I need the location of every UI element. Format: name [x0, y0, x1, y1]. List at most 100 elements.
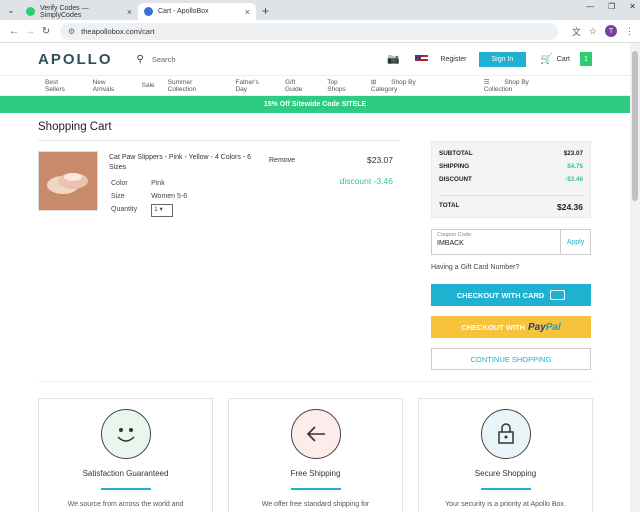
subtotal-value: $23.07	[563, 150, 583, 157]
discount-value: -$3.46	[565, 176, 583, 183]
nav-fathers-day[interactable]: Father's Day	[235, 79, 272, 93]
translate-icon[interactable]: 文	[572, 25, 581, 38]
product-attributes: Color Pink Size Women 5-6 Quantity 1 ▾	[109, 177, 201, 219]
cart-link[interactable]: Cart	[557, 56, 570, 63]
nav-new-arrivals[interactable]: New Arrivals	[93, 79, 129, 93]
divider	[38, 381, 593, 382]
quantity-value: 1	[154, 206, 158, 213]
total-value: $24.36	[557, 202, 583, 212]
close-tab-icon[interactable]: ×	[127, 7, 132, 17]
gift-card-link[interactable]: Having a Gift Card Number?	[431, 264, 519, 271]
lock-icon	[480, 409, 531, 459]
credit-card-icon	[550, 290, 566, 300]
grid-icon: ⊞	[370, 79, 379, 86]
feature-card-satisfaction: Satisfaction Guaranteed We source from a…	[38, 398, 213, 512]
nav-summer-collection[interactable]: Summer Collection	[168, 79, 223, 93]
color-value: Pink	[151, 180, 165, 187]
register-link[interactable]: Register	[440, 56, 466, 63]
slipper-image	[47, 173, 88, 194]
site-header: APOLLO ⚲ Search 📷 Register Sign In 🛒 Car…	[0, 43, 630, 76]
camera-icon[interactable]: 📷	[387, 54, 399, 65]
search-box[interactable]: ⚲ Search	[137, 54, 176, 65]
url-field[interactable]: ⚙ theapollobox.com/cart	[60, 22, 558, 40]
nav-sale[interactable]: Sale	[142, 82, 155, 89]
checkout-card-button[interactable]: CHECKOUT WITH CARD	[431, 284, 591, 306]
category-nav: Best Sellers New Arrivals Sale Summer Co…	[0, 76, 630, 96]
subtotal-label: SUBTOTAL	[439, 150, 473, 157]
minimize-icon[interactable]: —	[586, 2, 594, 11]
browser-tab-bar: ⌄ Verify Codes — SimplyCodes × Cart - Ap…	[0, 0, 640, 20]
close-tab-icon[interactable]: ×	[245, 7, 250, 17]
window-controls: — ❐ ✕	[586, 2, 636, 11]
close-window-icon[interactable]: ✕	[629, 2, 636, 11]
page-scrollbar[interactable]	[630, 43, 640, 512]
smiley-icon	[100, 409, 151, 459]
search-placeholder: Search	[151, 54, 176, 64]
paypal-logo-pay: Pay	[527, 321, 546, 333]
reload-icon[interactable]: ↻	[38, 26, 54, 37]
nav-top-shops[interactable]: Top Shops	[327, 79, 358, 93]
bookmark-star-icon[interactable]: ☆	[589, 26, 597, 37]
site-info-icon[interactable]: ⚙	[68, 27, 75, 36]
feature-underline	[100, 488, 151, 490]
feature-underline	[290, 488, 341, 490]
feature-title: Free Shipping	[290, 469, 341, 478]
item-price: $23.07	[367, 155, 393, 165]
address-bar: ← → ↻ ⚙ theapollobox.com/cart 文 ☆ T ⋮	[0, 20, 640, 43]
shop-by-category[interactable]: ⊞ Shop By Category	[371, 78, 457, 93]
coupon-label: Coupon Code:	[437, 232, 473, 238]
page-title: Shopping Cart	[38, 121, 112, 133]
quantity-select[interactable]: 1 ▾	[151, 204, 174, 217]
promo-banner[interactable]: 15% Off Sitewide Code SITELE	[0, 96, 630, 113]
product-image[interactable]	[38, 151, 98, 211]
coupon-input[interactable]: IMBACK	[437, 240, 555, 247]
shop-by-collection[interactable]: ☰ Shop By Collection	[484, 78, 572, 93]
feature-title: Secure Shopping	[474, 469, 537, 478]
product-name[interactable]: Cat Paw Slippers - Pink - Yellow - 4 Col…	[109, 153, 259, 172]
continue-shopping-button[interactable]: CONTINUE SHOPPING	[431, 348, 591, 370]
checkout-with-label: CHECKOUT WITH	[461, 322, 525, 332]
search-icon[interactable]: ⚲	[137, 54, 144, 65]
cart-icon[interactable]: 🛒	[540, 54, 552, 65]
remove-button[interactable]: Remove	[269, 157, 295, 164]
feature-underline	[480, 488, 531, 490]
apply-coupon-button[interactable]: Apply	[560, 230, 590, 254]
tab-apollobox[interactable]: Cart - ApolloBox ×	[138, 3, 256, 20]
feature-card-secure: Secure Shopping Your security is a prior…	[418, 398, 593, 512]
tab-simplycodes[interactable]: Verify Codes — SimplyCodes ×	[20, 3, 138, 20]
size-label: Size	[111, 192, 125, 200]
quantity-label: Quantity	[111, 206, 138, 213]
feature-desc: We offer free standard shipping for	[261, 501, 370, 508]
profile-avatar[interactable]: T	[605, 25, 617, 37]
restore-icon[interactable]: ❐	[608, 2, 615, 11]
new-tab-icon[interactable]: +	[262, 4, 269, 18]
coupon-field[interactable]: Coupon Code: IMBACK Apply	[431, 229, 591, 255]
total-label: TOTAL	[439, 202, 460, 209]
arrow-left-icon	[290, 409, 341, 459]
size-value: Women 5-6	[151, 192, 188, 200]
url-text: theapollobox.com/cart	[81, 26, 155, 36]
feature-desc: We source from across the world and	[67, 501, 184, 508]
nav-gift-guide[interactable]: Gift Guide	[285, 79, 314, 93]
shipping-value: $4.75	[567, 163, 583, 170]
feature-title: Satisfaction Guaranteed	[82, 469, 169, 478]
forward-icon[interactable]: →	[22, 26, 38, 37]
cart-count-badge[interactable]: 1	[580, 52, 592, 66]
feature-card-shipping: Free Shipping We offer free standard shi…	[228, 398, 403, 512]
sign-in-button[interactable]: Sign In	[478, 51, 527, 67]
list-icon: ☰	[483, 79, 492, 86]
back-icon[interactable]: ←	[6, 26, 22, 37]
tab-search-icon[interactable]: ⌄	[2, 2, 20, 18]
item-discount: discount -3.46	[339, 176, 393, 186]
apollo-logo[interactable]: APOLLO	[38, 51, 113, 68]
color-label: Color	[111, 180, 128, 187]
checkout-card-label: CHECKOUT WITH CARD	[456, 290, 545, 300]
checkout-paypal-button[interactable]: CHECKOUT WITH Pay Pal	[431, 316, 591, 338]
simplycodes-favicon-icon	[26, 7, 35, 16]
scrollbar-thumb[interactable]	[632, 51, 638, 201]
nav-best-sellers[interactable]: Best Sellers	[45, 79, 80, 93]
paypal-logo-pal: Pal	[545, 321, 561, 333]
page-content: APOLLO ⚲ Search 📷 Register Sign In 🛒 Car…	[0, 43, 630, 512]
menu-dots-icon[interactable]: ⋮	[625, 26, 634, 37]
us-flag-icon[interactable]	[415, 55, 429, 63]
